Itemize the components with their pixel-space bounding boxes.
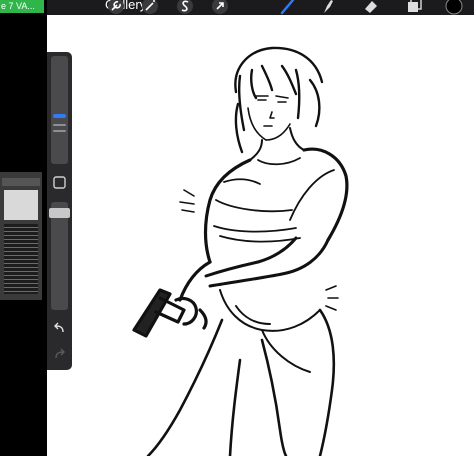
side-app-thumbnail[interactable] xyxy=(0,172,42,300)
top-toolbar: Gallery xyxy=(47,0,474,15)
sketch-artwork xyxy=(132,46,349,456)
eraser-icon[interactable] xyxy=(362,0,380,15)
color-swatch-icon[interactable] xyxy=(445,0,463,15)
redo-arrow-icon[interactable] xyxy=(53,348,66,360)
thumbnail-toolbar xyxy=(2,178,40,186)
brush-size-slider[interactable] xyxy=(51,56,68,164)
brush-size-handle[interactable] xyxy=(53,114,66,118)
picture-in-picture-label[interactable]: e 7 VA... xyxy=(0,0,44,13)
selection-s-icon[interactable] xyxy=(176,0,194,15)
opacity-handle[interactable] xyxy=(49,208,70,218)
wrench-icon[interactable] xyxy=(107,0,125,15)
brush-opacity-slider[interactable] xyxy=(49,202,70,310)
arrow-cursor-icon[interactable] xyxy=(211,0,229,15)
brush-size-tick xyxy=(53,130,66,132)
square-modify-icon[interactable] xyxy=(53,176,66,189)
brush-sidebar xyxy=(47,52,72,370)
brush-size-tick xyxy=(53,124,66,126)
thumbnail-preview xyxy=(4,190,38,220)
layers-icon[interactable] xyxy=(405,0,423,15)
brush-icon[interactable] xyxy=(279,0,297,15)
magic-wand-icon[interactable] xyxy=(141,0,159,15)
thumbnail-layer-list xyxy=(4,224,38,294)
undo-arrow-icon[interactable] xyxy=(53,322,66,334)
smudge-finger-icon[interactable] xyxy=(319,0,337,15)
